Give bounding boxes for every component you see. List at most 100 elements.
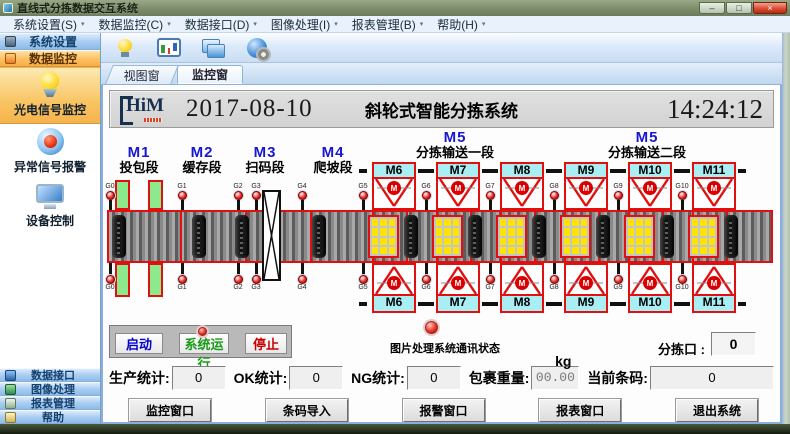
sensor-label: G7 — [485, 183, 494, 191]
svg-text:M: M — [455, 184, 462, 193]
belt-link-dash — [610, 302, 618, 306]
sensor-dot — [234, 275, 243, 284]
package-cell — [709, 219, 715, 226]
sorter-group-name: 分拣输送二段 — [599, 146, 695, 160]
window-title: 直线式分拣数据交互系统 — [17, 0, 138, 16]
stat-value-box: 0 — [407, 366, 461, 390]
package-cell — [380, 238, 386, 245]
sidebar-group-system-settings[interactable]: 系统设置 — [0, 33, 100, 50]
record-icon — [37, 128, 64, 155]
menu-item-data-interface[interactable]: 数据接口(D)▾ — [178, 17, 264, 32]
sensor-label: G10 — [675, 183, 688, 191]
menu-item-system-settings[interactable]: 系统设置(S)▾ — [6, 17, 92, 32]
sorter-group-code: M5 — [407, 130, 503, 146]
sidebar-item-label: 异常信号报警 — [14, 158, 86, 175]
sensor-G7-bottom: G7 — [480, 263, 500, 292]
tab-view-window[interactable]: 视图窗 — [105, 65, 179, 84]
toolbar-button-chart-window[interactable] — [155, 36, 183, 60]
section-name: 爬坡段 — [299, 161, 367, 175]
package-grid — [624, 215, 655, 258]
main-area: 视图窗监控窗 HiM 2017-08-10 斜轮式智能分拣系统 14:24:12… — [101, 33, 782, 424]
sidebar-group-data-interface[interactable]: 数据接口 — [0, 368, 100, 382]
package-cell — [572, 238, 578, 245]
package-cell — [709, 238, 715, 245]
package-cell — [581, 247, 587, 254]
package-cell — [700, 219, 706, 226]
chute-label: M11 — [694, 164, 734, 179]
sensor-dot — [678, 191, 687, 200]
report-window-button[interactable]: 报表窗口 — [539, 399, 621, 422]
monitor-window-button[interactable]: 监控窗口 — [129, 399, 211, 422]
sensor-G6-bottom: G6 — [416, 263, 436, 292]
chute-funnel: M — [438, 265, 478, 294]
stat-value-box: 0 — [289, 366, 343, 390]
exit-system-button[interactable]: 退出系统 — [676, 399, 758, 422]
sensor-dot — [422, 275, 431, 284]
image-icon — [5, 384, 16, 395]
tab-monitor-window[interactable]: 监控窗 — [177, 65, 243, 84]
menu-item-help[interactable]: 帮助(H)▾ — [430, 17, 492, 32]
stat-value-box: 00.00 — [531, 366, 579, 390]
package-grid — [560, 215, 591, 258]
belt-link-dash — [682, 302, 690, 306]
stat-ng-count: NG统计:0 — [351, 366, 461, 390]
comm-status-indicator — [425, 321, 438, 334]
package-cell — [645, 219, 651, 226]
minimize-button[interactable]: – — [699, 2, 725, 14]
sensor-G2-bottom: G2 — [228, 263, 248, 292]
stop-button[interactable]: 停止 — [245, 333, 287, 354]
package-cell — [700, 247, 706, 254]
sensor-dot — [359, 191, 368, 200]
maximize-button[interactable]: □ — [726, 2, 752, 14]
sensor-stem — [109, 263, 112, 275]
stat-package-weight: 包裹重量:kg00.00 — [469, 366, 580, 390]
dropdown-arrow-icon: ▾ — [420, 20, 424, 28]
menu-item-data-monitor[interactable]: 数据监控(C)▾ — [92, 17, 178, 32]
window-body: 系统设置数据监控 光电信号监控异常信号报警设备控制 数据接口图像处理报表管理帮助… — [0, 33, 782, 424]
package-cell — [500, 238, 506, 245]
close-button[interactable]: × — [753, 2, 787, 14]
start-button[interactable]: 启动 — [115, 333, 163, 354]
toolbar-button-layers[interactable] — [199, 36, 227, 60]
belt-divider — [180, 212, 182, 261]
sidebar-item-label: 光电信号监控 — [14, 101, 86, 118]
belt-link-dash — [682, 169, 690, 173]
menu-bar: 系统设置(S)▾数据监控(C)▾数据接口(D)▾图像处理(I)▾报表管理(B)▾… — [0, 16, 790, 33]
chute-label: M7 — [438, 164, 478, 179]
menu-item-report-management[interactable]: 报表管理(B)▾ — [345, 17, 431, 32]
toolbar — [101, 33, 782, 63]
sensor-dot — [234, 191, 243, 200]
toolbar-button-signal-monitor[interactable] — [111, 36, 139, 60]
belt-link-dash — [546, 302, 554, 306]
sidebar-group-image-processing[interactable]: 图像处理 — [0, 382, 100, 396]
sidebar-group-help[interactable]: 帮助 — [0, 410, 100, 424]
system-run-button[interactable]: 系统运行 — [179, 333, 229, 354]
buffer-box — [148, 180, 163, 210]
sensor-stem — [553, 200, 556, 210]
sensor-dot — [678, 275, 687, 284]
toolbar-button-settings-globe[interactable] — [243, 36, 271, 60]
alarm-window-button[interactable]: 报警窗口 — [403, 399, 485, 422]
package-cell — [564, 247, 570, 254]
plug-icon — [5, 370, 16, 381]
sidebar-item-abnormal-signal-alarm[interactable]: 异常信号报警 — [0, 124, 100, 180]
chute-bottom-M11: MM11 — [692, 263, 736, 313]
sidebar-group-data-monitor[interactable]: 数据监控 — [0, 50, 100, 67]
computer-gear-icon — [5, 36, 16, 47]
package-cell — [692, 247, 698, 254]
sidebar-group-report-management[interactable]: 报表管理 — [0, 396, 100, 410]
chute-top-M8: M8M — [500, 162, 544, 210]
chute-bottom-M7: MM7 — [436, 263, 480, 313]
sidebar-item-photoelectric-signal-monitor[interactable]: 光电信号监控 — [0, 67, 100, 124]
sensor-stem — [362, 200, 365, 210]
sidebar-group-label: 系统设置 — [16, 33, 100, 50]
barcode-import-button[interactable]: 条码导入 — [266, 399, 348, 422]
package-cell — [389, 228, 395, 235]
chute-funnel: M — [566, 265, 606, 294]
tab-bar: 视图窗监控窗 — [101, 63, 782, 85]
sidebar-item-device-control[interactable]: 设备控制 — [0, 180, 100, 234]
scanner-gate — [262, 190, 281, 281]
menu-item-image-processing[interactable]: 图像处理(I)▾ — [264, 17, 345, 32]
chute-funnel: M — [630, 265, 670, 294]
belt-link-dash — [426, 302, 434, 306]
